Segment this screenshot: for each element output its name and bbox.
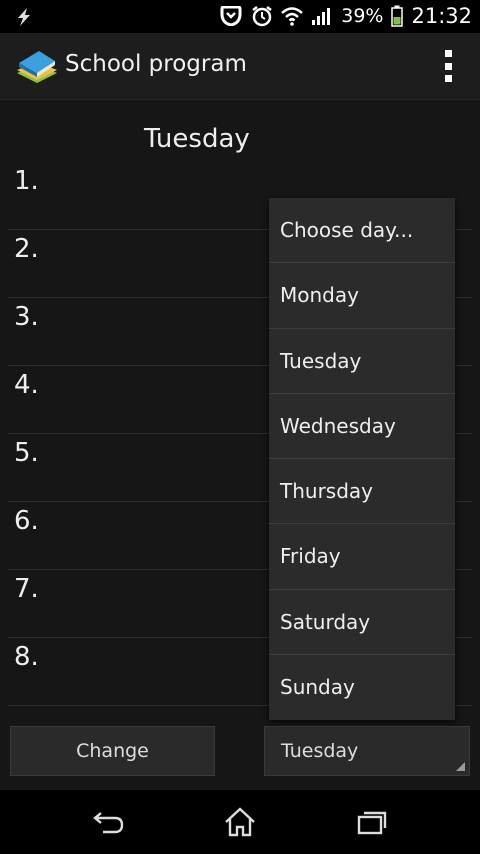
dropdown-option[interactable]: Saturday [269,590,455,655]
books-icon [15,43,59,87]
battery-percent: 39% [341,5,384,27]
overflow-menu-icon[interactable] [438,50,458,82]
lesson-number: 2. [14,234,39,264]
dropdown-option[interactable]: Wednesday [269,394,455,459]
lesson-number: 7. [14,574,39,604]
dropdown-option[interactable]: Monday [269,263,455,329]
dropdown-option[interactable]: Choose day... [269,198,455,264]
home-icon[interactable] [218,804,262,840]
clock: 21:32 [411,4,472,28]
day-dropdown: Choose day... Monday Tuesday Wednesday T… [269,198,455,720]
lesson-number: 3. [14,302,39,332]
lesson-number: 4. [14,370,39,400]
navigation-bar [0,790,480,854]
lesson-number: 8. [14,642,39,672]
signal-icon [311,6,333,26]
charging-icon [14,7,34,31]
wifi-icon [281,6,304,26]
back-icon[interactable] [86,804,130,840]
dropdown-option[interactable]: Thursday [269,459,455,525]
recent-apps-icon[interactable] [350,804,394,840]
lesson-number: 6. [14,506,39,536]
dropdown-option[interactable]: Sunday [269,655,455,720]
spinner-corner-icon [456,762,465,771]
dropdown-option[interactable]: Tuesday [269,329,455,394]
battery-icon [391,5,404,27]
status-bar: 39% 21:32 [0,0,480,33]
dropdown-option[interactable]: Friday [269,524,455,590]
lesson-number: 5. [14,438,39,468]
change-button[interactable]: Change [10,726,215,776]
day-title: Tuesday [144,124,250,154]
app-title: School program [65,51,247,77]
day-select-spinner[interactable]: Tuesday [264,726,470,776]
alarm-icon [251,5,273,27]
day-select-value: Tuesday [281,740,359,762]
bluetooth-icon [219,6,243,26]
lesson-number: 1. [14,166,39,196]
action-bar: School program [0,33,480,100]
